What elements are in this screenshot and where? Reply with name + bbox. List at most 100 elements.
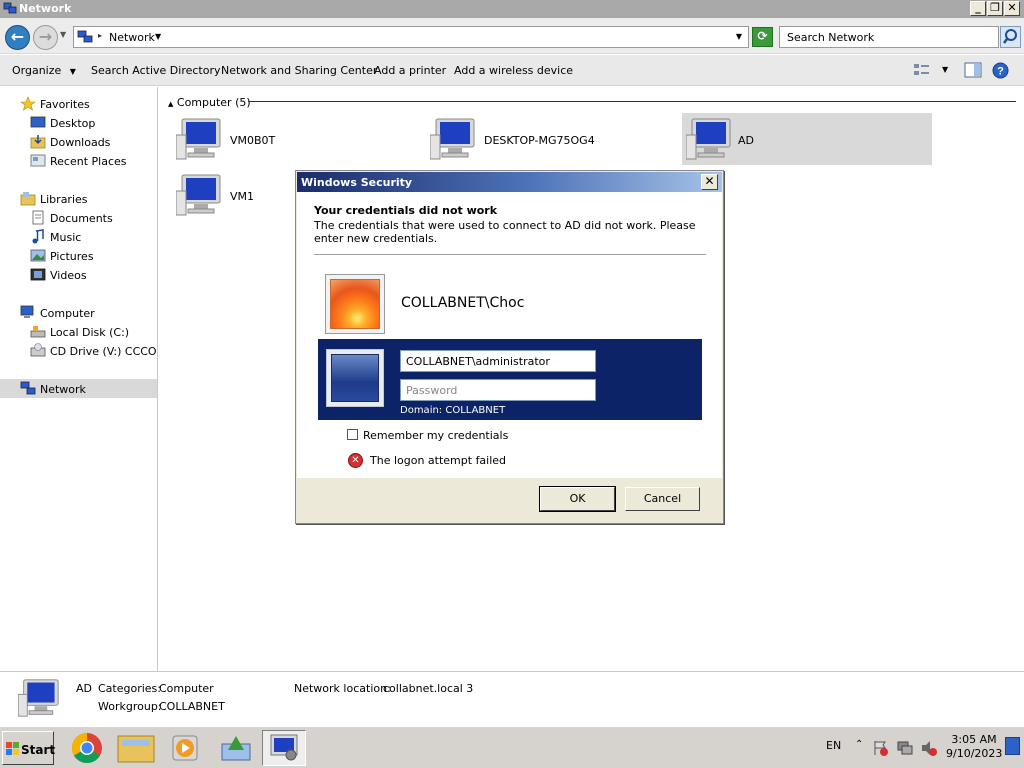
organize-menu[interactable]: Organize ▼ xyxy=(12,64,76,77)
desktop-icon xyxy=(30,116,46,128)
cd-drive-icon xyxy=(30,343,46,357)
computer-item-ad[interactable]: AD xyxy=(682,113,932,165)
computer-label: VM1 xyxy=(230,190,255,203)
computer-item-vm0b0t[interactable]: VM0B0T xyxy=(160,113,410,165)
music-icon xyxy=(32,229,44,244)
computer-icon xyxy=(686,118,731,160)
taskbar-network-explorer[interactable] xyxy=(262,730,306,766)
show-desktop-button[interactable] xyxy=(1005,737,1020,755)
details-categories-value: Computer xyxy=(159,682,214,695)
dialog-heading: Your credentials did not work xyxy=(314,204,498,217)
minimize-button[interactable]: _ xyxy=(970,1,986,16)
network-tray-icon[interactable] xyxy=(896,739,914,757)
dialog-body: Your credentials did not work The creden… xyxy=(297,192,722,478)
address-field[interactable]: ▸ Network ▼ ▼ xyxy=(73,26,749,48)
nav-libraries-label: Libraries xyxy=(40,193,88,206)
preview-pane-icon[interactable] xyxy=(964,62,982,78)
documents-icon xyxy=(32,210,44,225)
breadcrumb-network[interactable]: Network xyxy=(109,31,155,44)
add-printer-button[interactable]: Add a printer xyxy=(374,64,446,77)
dialog-close-button[interactable]: ✕ xyxy=(701,174,718,190)
clock[interactable]: 3:05 AM 9/10/2023 xyxy=(946,733,1002,761)
clock-time: 3:05 AM xyxy=(951,733,997,746)
network-icon xyxy=(3,2,17,14)
show-hidden-icons-icon[interactable]: ⌃ xyxy=(855,739,863,750)
details-workgroup-value: COLLABNET xyxy=(159,700,225,713)
action-center-flag-icon[interactable] xyxy=(872,739,890,757)
domain-label: Domain: COLLABNET xyxy=(400,405,506,416)
recent-pages-dropdown-icon[interactable]: ▼ xyxy=(60,30,66,39)
server-manager-icon xyxy=(221,736,251,761)
address-history-dropdown-icon[interactable]: ▼ xyxy=(736,32,742,41)
nav-downloads-label: Downloads xyxy=(50,136,111,149)
chevron-down-icon[interactable]: ▼ xyxy=(155,32,161,41)
remember-credentials-checkbox[interactable] xyxy=(347,429,358,440)
computer-icon xyxy=(20,305,34,318)
chrome-icon xyxy=(71,733,102,764)
computer-icon xyxy=(176,118,221,160)
details-location-label: Network location: xyxy=(294,682,391,695)
window-title-bar[interactable]: Network _ ❐ ✕ xyxy=(0,0,1024,18)
remember-credentials-label[interactable]: Remember my credentials xyxy=(363,429,508,442)
nav-network-label: Network xyxy=(40,383,86,396)
taskbar-server-manager[interactable] xyxy=(214,730,258,766)
taskbar: Start EN ⌃ 3:05 AM 9/10/2023 xyxy=(0,726,1024,768)
views-dropdown-icon[interactable]: ▼ xyxy=(942,65,948,74)
username-field[interactable]: COLLABNET\administrator xyxy=(400,350,596,372)
language-indicator[interactable]: EN xyxy=(826,739,841,752)
collapse-arrow-icon: ▲ xyxy=(168,100,174,108)
command-bar: Organize ▼ Search Active Directory Netwo… xyxy=(0,55,1024,86)
folder-icon xyxy=(117,735,155,763)
back-button[interactable]: ← xyxy=(5,25,30,50)
downloads-folder-icon xyxy=(30,135,46,149)
taskbar-media-player[interactable] xyxy=(163,730,207,766)
ok-button[interactable]: OK xyxy=(539,486,616,512)
search-input[interactable]: Search Network xyxy=(779,26,999,48)
help-icon[interactable]: ? xyxy=(992,62,1009,79)
windows-logo-icon xyxy=(6,742,19,755)
start-button[interactable]: Start xyxy=(2,731,55,765)
group-header[interactable]: ▲ Computer (5) xyxy=(168,96,251,109)
clock-date: 9/10/2023 xyxy=(946,747,1003,760)
nav-cd-drive-label: CD Drive (V:) CCCOMA xyxy=(50,345,157,358)
restore-button[interactable]: ❐ xyxy=(987,1,1003,16)
taskbar-chrome[interactable] xyxy=(65,730,109,766)
add-wireless-device-button[interactable]: Add a wireless device xyxy=(454,64,573,77)
search-active-directory-button[interactable]: Search Active Directory xyxy=(91,64,221,77)
nav-computer-label: Computer xyxy=(40,307,95,320)
credential-tile-choc[interactable] xyxy=(325,274,385,334)
chevron-down-icon: ▼ xyxy=(69,67,76,76)
computer-label: DESKTOP-MG75OG4 xyxy=(484,134,595,147)
cancel-button[interactable]: Cancel xyxy=(625,487,700,511)
search-button[interactable] xyxy=(1000,26,1021,48)
media-player-icon xyxy=(172,735,198,761)
nav-music-label: Music xyxy=(50,231,82,244)
nav-favorites-label: Favorites xyxy=(40,98,90,111)
nav-pictures-label: Pictures xyxy=(50,250,94,263)
credential-account-name[interactable]: COLLABNET\Choc xyxy=(401,295,524,311)
breadcrumb-separator-icon[interactable]: ▸ xyxy=(98,31,102,40)
forward-button[interactable]: → xyxy=(33,25,58,50)
computer-icon xyxy=(18,679,59,717)
volume-muted-icon[interactable] xyxy=(920,739,938,757)
network-icon xyxy=(20,381,36,395)
details-workgroup-label: Workgroup: xyxy=(98,700,162,713)
network-sharing-center-button[interactable]: Network and Sharing Center xyxy=(221,64,377,77)
password-field[interactable]: Password xyxy=(400,379,596,401)
selected-credential-panel[interactable]: COLLABNET\administrator Password Domain:… xyxy=(318,339,702,420)
dialog-title: Windows Security xyxy=(301,176,413,189)
computer-item-desktop-mg75og4[interactable]: DESKTOP-MG75OG4 xyxy=(414,113,664,165)
refresh-button[interactable]: ⟳ xyxy=(752,27,773,47)
svg-text:?: ? xyxy=(997,66,1004,78)
details-pane: AD Categories: Computer Workgroup: COLLA… xyxy=(0,671,1024,726)
network-icon xyxy=(270,734,298,761)
close-button[interactable]: ✕ xyxy=(1004,1,1020,16)
error-message: The logon attempt failed xyxy=(370,454,507,467)
dialog-title-bar[interactable]: Windows Security ✕ xyxy=(297,172,722,192)
pictures-icon xyxy=(30,249,46,262)
taskbar-explorer[interactable] xyxy=(114,730,158,766)
search-icon xyxy=(1003,29,1017,44)
window-title: Network xyxy=(19,2,72,15)
nav-desktop-label: Desktop xyxy=(50,117,96,130)
view-options-icon[interactable] xyxy=(913,62,931,78)
